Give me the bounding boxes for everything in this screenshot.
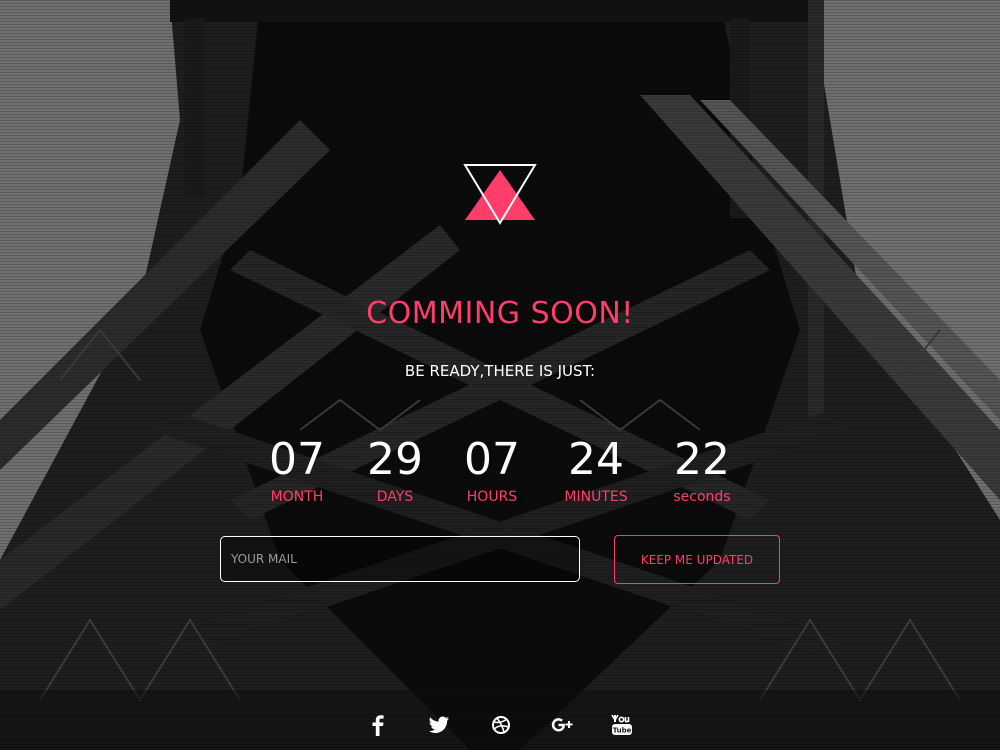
svg-text:Tube: Tube	[613, 727, 632, 735]
youtube-icon: Tube	[611, 714, 632, 735]
google-plus-link[interactable]	[549, 712, 575, 738]
facebook-link[interactable]	[365, 712, 391, 738]
triangle-logo-icon	[463, 164, 537, 225]
twitter-icon	[429, 716, 449, 733]
countdown-label: MINUTES	[564, 489, 628, 505]
facebook-icon	[372, 715, 384, 736]
countdown-label: MONTH	[270, 489, 324, 505]
countdown-value: 22	[674, 434, 730, 485]
countdown-label: seconds	[673, 489, 731, 505]
youtube-link[interactable]: Tube	[609, 712, 635, 738]
countdown-intro: BE READY,THERE IS JUST:	[404, 362, 596, 380]
countdown-minutes: 24 MINUTES	[546, 434, 646, 506]
countdown-value: 07	[269, 434, 325, 485]
countdown-value: 07	[464, 434, 520, 485]
countdown-days: 29 DAYS	[345, 434, 445, 506]
countdown-value: 29	[367, 434, 423, 485]
countdown-seconds: 22 seconds	[652, 434, 752, 506]
countdown-value: 24	[568, 434, 624, 485]
countdown-label: HOURS	[466, 489, 518, 505]
countdown-timer: 07 MONTH 29 DAYS 07 HOURS 24 MINUTES 22 …	[0, 434, 1000, 514]
twitter-link[interactable]	[426, 712, 452, 738]
countdown-month: 07 MONTH	[247, 434, 347, 506]
countdown-label: DAYS	[376, 489, 414, 505]
keep-me-updated-button[interactable]: KEEP ME UPDATED	[614, 535, 780, 584]
coming-soon-page: COMMING SOON! BE READY,THERE IS JUST: 07…	[0, 0, 1000, 750]
email-input[interactable]	[220, 536, 580, 582]
countdown-hours: 07 HOURS	[442, 434, 542, 506]
page-title: COMMING SOON!	[366, 296, 634, 332]
google-plus-icon	[551, 718, 573, 732]
social-links: Tube	[0, 712, 1000, 738]
dribbble-link[interactable]	[488, 712, 514, 738]
dribbble-icon	[492, 716, 510, 734]
